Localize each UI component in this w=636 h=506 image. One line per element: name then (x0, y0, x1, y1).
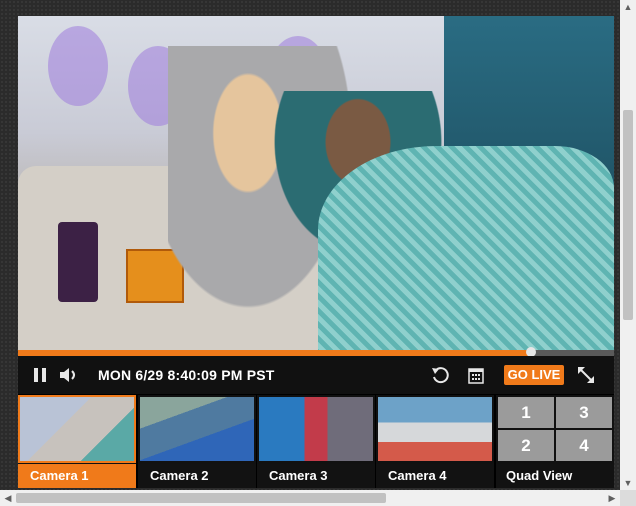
camera-3-label: Camera 3 (257, 464, 375, 488)
calendar-icon[interactable] (467, 365, 487, 385)
cup (58, 222, 98, 302)
rewind-icon[interactable] (430, 365, 450, 385)
control-bar: MON 6/29 8:40:09 PM PST GO LIVE (18, 356, 614, 394)
quad-cell: 3 (556, 397, 612, 428)
scroll-left-icon[interactable]: ◀ (0, 490, 16, 506)
camera-3-thumbnail (259, 397, 373, 461)
fullscreen-icon[interactable] (576, 365, 596, 385)
scrollbar-corner (620, 490, 636, 506)
quad-view-label: Quad View (496, 464, 614, 488)
quad-cell: 2 (498, 430, 554, 461)
quad-cell: 1 (498, 397, 554, 428)
vertical-scrollbar[interactable]: ▲ ▼ (620, 0, 636, 490)
blanket (318, 146, 614, 350)
pause-icon[interactable] (30, 365, 50, 385)
scroll-right-icon[interactable]: ▶ (604, 490, 620, 506)
wall-decoration (48, 26, 108, 106)
camera-4-thumbnail (378, 397, 492, 461)
camera-2-label: Camera 2 (138, 464, 256, 488)
camera-1-thumbnail (18, 395, 136, 463)
quad-view-tile[interactable]: 1 3 2 4 Quad View (496, 395, 614, 488)
camera-1-tile[interactable]: Camera 1 (18, 395, 136, 488)
video-player: MON 6/29 8:40:09 PM PST GO LIVE Camera 1… (18, 16, 614, 488)
scroll-up-icon[interactable]: ▲ (620, 0, 636, 14)
quad-cell: 4 (556, 430, 612, 461)
video-frame[interactable] (18, 16, 614, 350)
camera-4-tile[interactable]: Camera 4 (376, 395, 494, 488)
scroll-down-icon[interactable]: ▼ (620, 476, 636, 490)
vertical-scroll-thumb[interactable] (623, 110, 633, 320)
camera-4-label: Camera 4 (376, 464, 494, 488)
quad-grid: 1 3 2 4 (498, 397, 612, 461)
camera-3-tile[interactable]: Camera 3 (257, 395, 375, 488)
horizontal-scroll-thumb[interactable] (16, 493, 386, 503)
camera-1-label: Camera 1 (18, 464, 136, 488)
camera-2-tile[interactable]: Camera 2 (138, 395, 256, 488)
camera-2-thumbnail (140, 397, 254, 461)
horizontal-scrollbar[interactable]: ◀ ▶ (0, 490, 636, 506)
go-live-button[interactable]: GO LIVE (504, 365, 564, 385)
timestamp: MON 6/29 8:40:09 PM PST (98, 367, 275, 383)
camera-strip: Camera 1 Camera 2 Camera 3 Camera 4 1 3 … (18, 395, 614, 488)
volume-icon[interactable] (58, 365, 78, 385)
